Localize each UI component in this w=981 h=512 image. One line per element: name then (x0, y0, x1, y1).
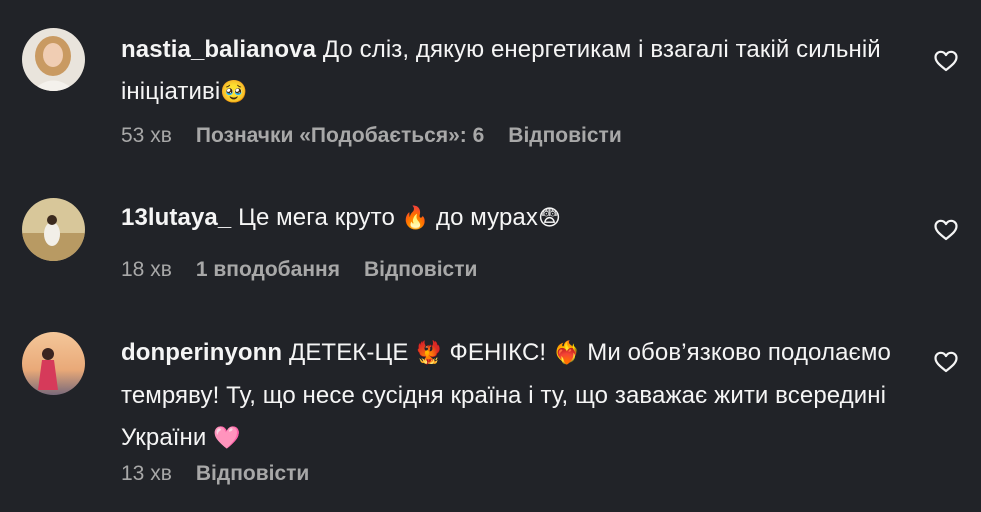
fire-emoji: 🔥 (401, 206, 430, 231)
avatar-image (22, 198, 85, 261)
comment-username[interactable]: nastia_balianova (121, 36, 316, 63)
comment-body: donperinyonn ДЕТЕК-ЦЕ 🐦‍🔥 ФЕНІКС! ❤️‍🔥 М… (121, 332, 901, 460)
comment-username[interactable]: 13lutaya_ (121, 204, 231, 231)
heart-on-fire-emoji: ❤️‍🔥 (552, 341, 581, 366)
avatar[interactable] (22, 332, 85, 395)
reply-button[interactable]: Відповісти (364, 258, 477, 282)
comment-time[interactable]: 13 хв (121, 462, 172, 486)
comment-text: ДЕТЕК-ЦЕ (288, 339, 409, 366)
comment-likes[interactable]: 1 вподобання (196, 258, 340, 282)
phoenix-emoji: 🐦‍🔥 (415, 341, 443, 366)
comment-text: до мурах (435, 204, 538, 231)
reply-button[interactable]: Відповісти (508, 124, 621, 148)
emoji: 🥹 (220, 80, 248, 105)
comment-body: nastia_balianova До сліз, дякую енергети… (121, 29, 901, 114)
avatar-image (22, 332, 85, 395)
heart-outline-icon[interactable] (933, 49, 959, 73)
comment-time[interactable]: 18 хв (121, 258, 172, 282)
comment-meta: 13 хв Відповісти (121, 462, 309, 486)
comment-text: Це мега круто (238, 204, 395, 231)
heart-outline-icon[interactable] (933, 218, 959, 242)
comment-username[interactable]: donperinyonn (121, 339, 282, 366)
comment-likes[interactable]: Позначки «Подобається»: 6 (196, 124, 484, 148)
fearful-emoji: 😨 (537, 206, 562, 231)
avatar[interactable] (22, 198, 85, 261)
reply-button[interactable]: Відповісти (196, 462, 309, 486)
avatar[interactable] (22, 28, 85, 91)
comment-meta: 18 хв 1 вподобання Відповісти (121, 258, 477, 282)
avatar-image (22, 28, 85, 91)
pink-heart-emoji: 🩷 (213, 426, 241, 451)
comment-time[interactable]: 53 хв (121, 124, 172, 148)
comment-body: 13lutaya_ Це мега круто 🔥 до мурах😨 (121, 197, 901, 240)
heart-outline-icon[interactable] (933, 350, 959, 374)
comment-meta: 53 хв Позначки «Подобається»: 6 Відповіс… (121, 124, 622, 148)
comment-text: ФЕНІКС! (449, 339, 547, 366)
